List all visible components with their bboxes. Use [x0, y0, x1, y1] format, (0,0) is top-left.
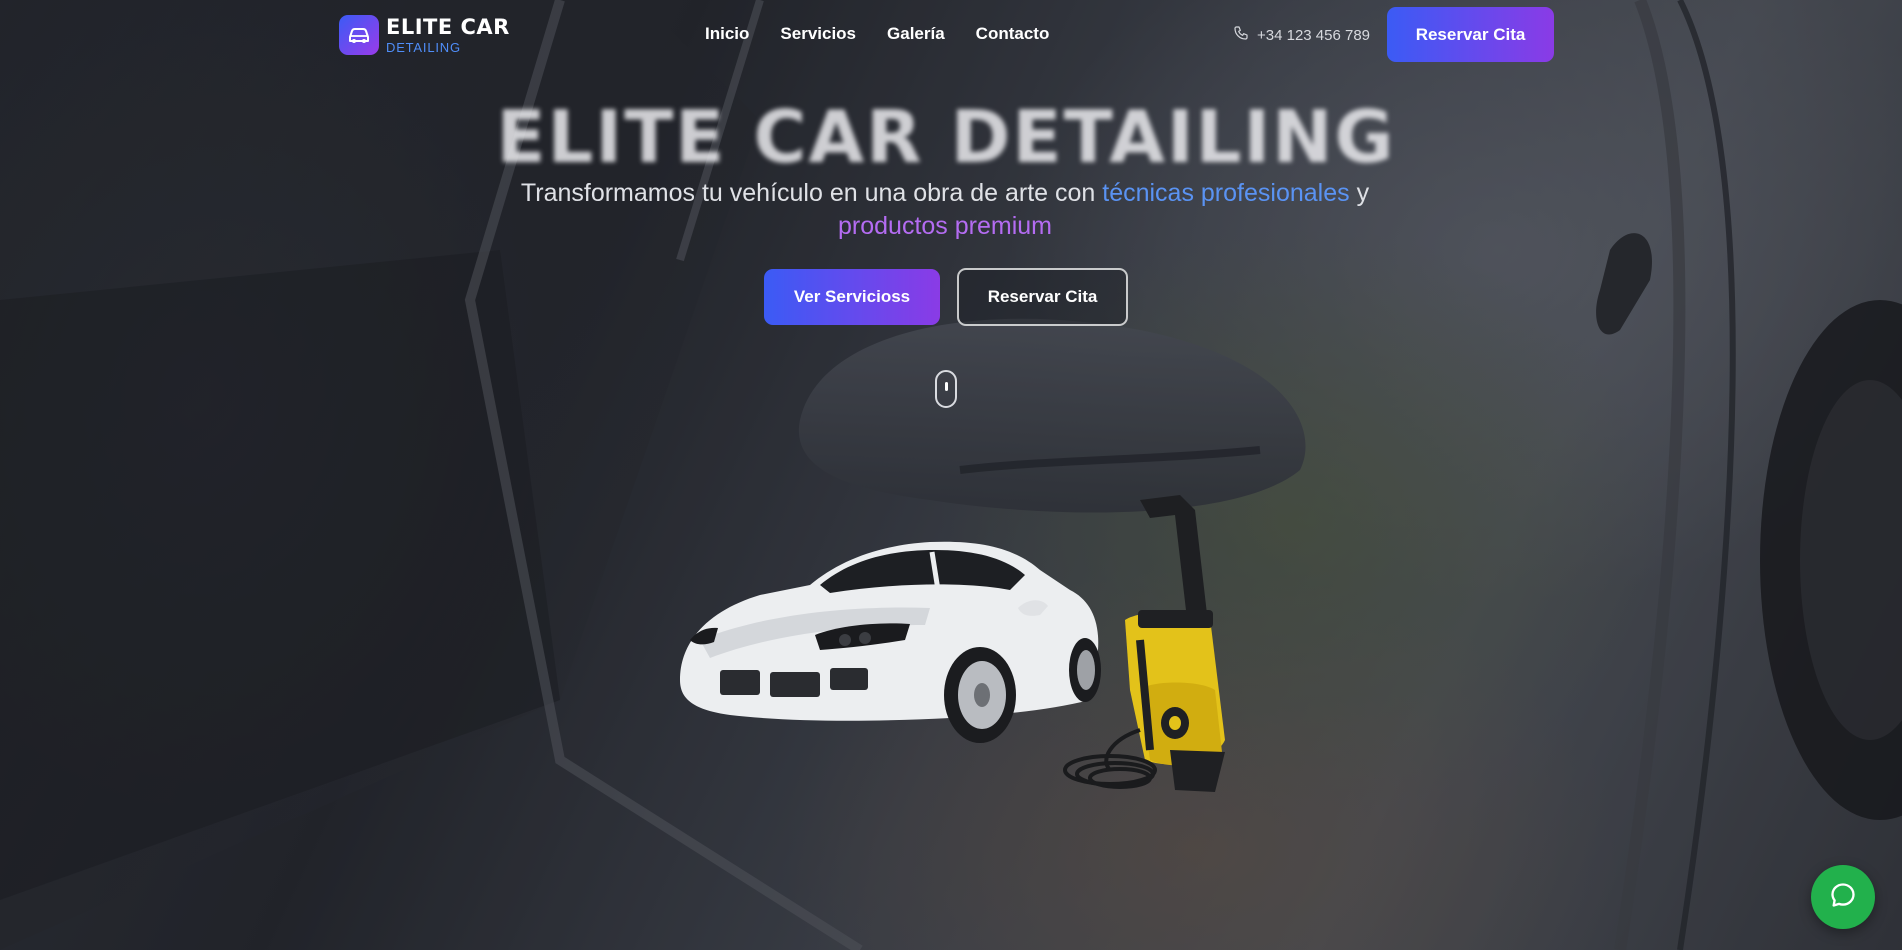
- site-header: ELITE CAR DETAILING Inicio Servicios Gal…: [0, 0, 1902, 70]
- hero-subtitle: Transformamos tu vehículo en una obra de…: [490, 177, 1400, 243]
- view-services-button[interactable]: Ver Servicioss: [764, 269, 940, 325]
- brand-subtitle: DETAILING: [386, 39, 461, 55]
- car-icon: [339, 15, 379, 55]
- nav-item-contacto[interactable]: Contacto: [976, 24, 1050, 44]
- hero-subtitle-highlight-1: técnicas profesionales: [1102, 179, 1350, 207]
- book-appointment-button[interactable]: Reservar Cita: [957, 268, 1128, 326]
- nav-item-inicio[interactable]: Inicio: [705, 24, 749, 44]
- scroll-indicator-icon[interactable]: [935, 370, 957, 408]
- nav-item-servicios[interactable]: Servicios: [780, 24, 856, 44]
- brand-logo[interactable]: ELITE CAR DETAILING: [339, 15, 510, 55]
- header-book-button[interactable]: Reservar Cita: [1387, 7, 1554, 62]
- hero-subtitle-text-1: Transformamos tu vehículo en una obra de…: [520, 179, 1103, 207]
- brand-title: ELITE CAR: [386, 14, 510, 39]
- nav-item-galeria[interactable]: Galería: [887, 24, 945, 44]
- whatsapp-icon: [1829, 881, 1857, 914]
- car-and-pressure-washer-image: [680, 495, 1225, 792]
- header-phone[interactable]: +34 123 456 789: [1233, 25, 1370, 45]
- whatsapp-chat-button[interactable]: [1811, 865, 1875, 929]
- hero-subtitle-text-2: y: [1349, 179, 1370, 207]
- main-nav: Inicio Servicios Galería Contacto: [705, 24, 1049, 44]
- phone-icon: [1233, 25, 1249, 45]
- phone-number: +34 123 456 789: [1257, 26, 1371, 44]
- hero-title: ELITE CAR DETAILING: [496, 95, 1396, 179]
- white-sports-car-image: [680, 541, 1101, 743]
- hero-subtitle-highlight-2: productos premium: [838, 212, 1052, 240]
